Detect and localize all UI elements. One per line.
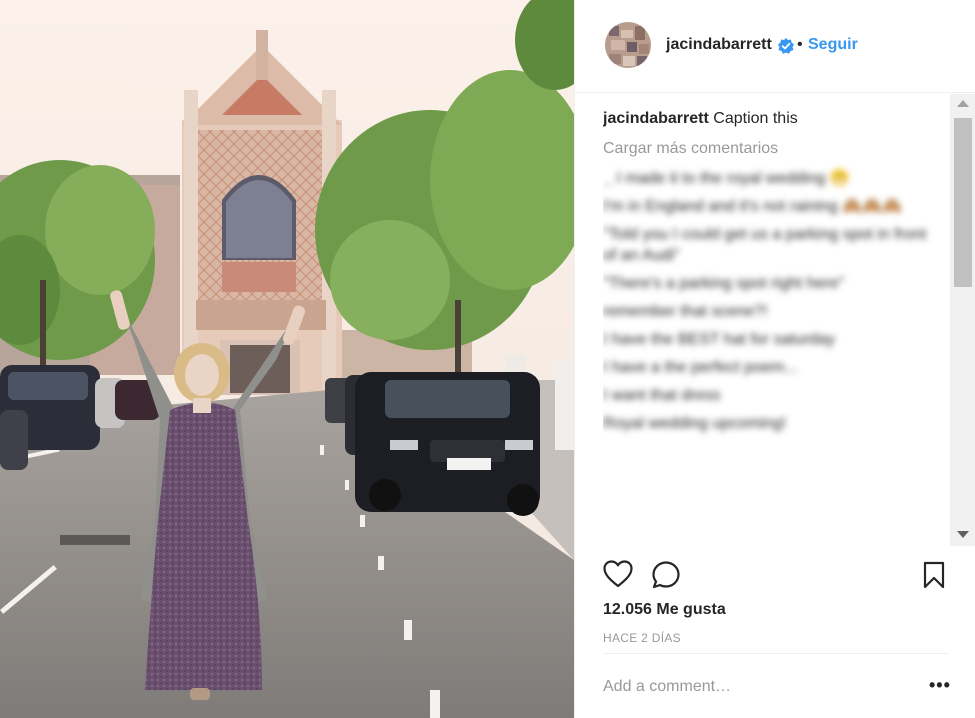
scroll-down-arrow-icon[interactable] [957, 531, 969, 538]
post-side-panel: jacindabarrett • Seguir jacindabarrett C… [574, 0, 975, 718]
verified-badge-icon [778, 38, 794, 54]
comment-icon[interactable] [651, 560, 681, 595]
comment-item: I have a the perfect poem... [603, 359, 798, 376]
comment-item: Royal wedding upcoming! [603, 415, 787, 432]
caption: jacindabarrett Caption this [603, 108, 798, 129]
comment-item: _ I made it to the royal wedding 😁 [603, 170, 850, 187]
likes-count[interactable]: 12.056 Me gusta [603, 601, 726, 619]
scrollbar-thumb[interactable] [954, 118, 972, 287]
header-username[interactable]: jacindabarrett [666, 36, 772, 54]
header-separator: • [797, 36, 803, 53]
comment-item: I'm in England and it's not raining 🙈🙈🙈 [603, 198, 902, 215]
blurred-comments: _ I made it to the royal wedding 😁 I'm i… [603, 168, 933, 441]
more-options-icon[interactable]: ••• [929, 676, 951, 694]
post-actions [603, 560, 949, 590]
comment-item: I want that dress [603, 387, 721, 404]
post-image [0, 0, 574, 718]
avatar[interactable] [605, 22, 651, 68]
comments-scrollbar[interactable] [950, 94, 975, 546]
avatar-image [605, 22, 651, 68]
comments-list[interactable]: jacindabarrett Caption this Cargar más c… [603, 94, 949, 548]
heart-icon[interactable] [603, 560, 633, 593]
post-photo[interactable] [0, 0, 574, 718]
caption-username[interactable]: jacindabarrett [603, 110, 709, 127]
post-header: jacindabarrett • Seguir [575, 0, 975, 93]
caption-text: Caption this [713, 110, 798, 127]
load-more-comments-link[interactable]: Cargar más comentarios [603, 140, 778, 158]
comment-item: remember that scene?! [603, 303, 768, 320]
comment-item: "Told you I could get us a parking spot … [603, 226, 927, 264]
comment-item: "There's a parking spot right here" [603, 275, 845, 292]
scroll-up-arrow-icon[interactable] [957, 100, 969, 107]
add-comment-input[interactable] [603, 678, 903, 696]
bookmark-icon[interactable] [923, 561, 945, 594]
divider [603, 653, 949, 654]
comment-item: I have the BEST hat for saturday [603, 331, 835, 348]
post-timestamp[interactable]: HACE 2 DÍAS [603, 631, 681, 645]
follow-button[interactable]: Seguir [808, 36, 858, 54]
